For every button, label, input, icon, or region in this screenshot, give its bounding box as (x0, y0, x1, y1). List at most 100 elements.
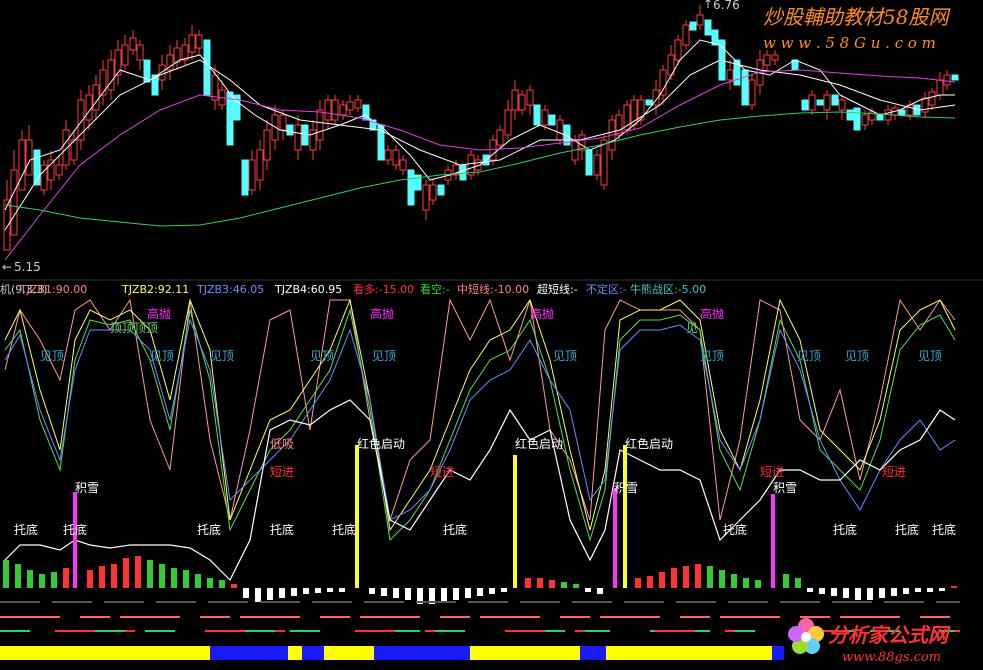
signal-ji-xue: 积雪 (75, 481, 99, 495)
histogram-bar (671, 568, 677, 588)
candle-up (489, 139, 497, 161)
histogram-bar (843, 588, 849, 598)
candle-up (354, 99, 362, 109)
stock-chart[interactable]: ↑ 6.76 ← 5.15 炒股輔助教材58股网 w w w . 5 8 G u… (0, 0, 983, 670)
histogram-bar (303, 588, 309, 594)
candle-up (838, 99, 846, 111)
signal-hong-se-qi-dong: 红色启动 (357, 436, 405, 451)
candle-down (951, 74, 959, 81)
histogram (3, 556, 957, 604)
candle-up (92, 84, 100, 111)
candle-up (556, 119, 564, 141)
signal-tuo-di: 托底 (932, 522, 956, 537)
histogram-bar (393, 588, 399, 598)
histogram-bar (339, 588, 345, 592)
candle-up (339, 104, 347, 116)
band-segment (606, 646, 772, 660)
histogram-bar (647, 576, 653, 588)
histogram-bar (927, 588, 933, 592)
candle-up (467, 154, 475, 176)
indicator-header: 机(9,3,3)TJZB1:90.00 TJZB2:92.11 TJZB3:46.0… (0, 282, 706, 296)
candle-down (203, 39, 211, 96)
signal-duan-jin: 短进 (882, 465, 906, 479)
candle-down (407, 169, 415, 206)
indicator-header-item: TJZB3:46.05 (196, 283, 264, 296)
histogram-bar (477, 588, 483, 596)
signal-bar-yellow (513, 455, 517, 588)
signal-tuo-di: 托底 (833, 522, 857, 537)
candle-up (173, 47, 181, 63)
indicator-header-item: 看多:-15.00 (353, 282, 414, 296)
candle-up (496, 129, 504, 146)
signal-tuo-di: 托底 (14, 522, 38, 537)
histogram-bar (315, 588, 321, 593)
signal-jian-ding: 见顶 (40, 349, 64, 363)
signal-duan-jin: 短进 (760, 465, 784, 479)
watermark-title-bottom: 分析家公式网 (828, 623, 951, 647)
signal-jian-ding: 见顶 (372, 349, 396, 363)
candle-up (346, 101, 354, 111)
histogram-bar (855, 588, 861, 600)
candle-up (392, 149, 400, 166)
signal-jian-ding: 见顶 (845, 349, 869, 363)
histogram-bar (147, 560, 153, 588)
histogram-bar (525, 578, 531, 588)
histogram-bar (755, 580, 761, 588)
candle-up (129, 37, 137, 51)
candle-up (256, 149, 264, 181)
histogram-bar (819, 588, 825, 594)
indicator-header-item: 不定区:- (586, 282, 627, 296)
histogram-bar (659, 572, 665, 588)
candle-up (696, 14, 704, 26)
signal-ji-xue: 积雪 (614, 481, 638, 495)
histogram-bar (231, 584, 237, 588)
band-segment (302, 646, 324, 660)
candle-down (226, 91, 234, 146)
candle-down (645, 99, 653, 106)
candle-up (136, 44, 144, 61)
histogram-bar (783, 574, 789, 588)
histogram-bar (219, 580, 225, 588)
candle-up (861, 114, 869, 126)
candle-up (659, 69, 667, 96)
signal-gao-pao: 高抛 (530, 306, 554, 321)
histogram-bar (207, 578, 213, 588)
band-segment (288, 646, 302, 660)
watermark-url: w w w . 5 8 G u . c o m (763, 34, 936, 52)
histogram-bar (501, 588, 507, 592)
signal-tuo-di: 托底 (895, 522, 919, 537)
signal-bar-magenta (771, 494, 775, 588)
candle-down (548, 114, 556, 126)
candle-up (121, 44, 129, 66)
candle-up (518, 94, 526, 111)
candle-up (943, 74, 951, 86)
candle-down (801, 99, 809, 111)
histogram-bar (537, 578, 543, 588)
candle-down (233, 94, 241, 121)
indicator-header-item: 超短线:- (537, 282, 578, 296)
candle-up (99, 69, 107, 96)
candle-up (331, 99, 339, 121)
price-pane[interactable]: ↑ 6.76 ← 5.15 炒股輔助教材58股网 w w w . 5 8 G u… (2, 0, 959, 274)
band-segment (470, 646, 580, 660)
indicator-pane[interactable]: 高抛 高抛 高抛 高抛 顶顶顶顶 见 见顶 见顶 见顶 见顶 见顶 见顶 见顶 … (0, 298, 960, 660)
signal-hong-se-qi-dong: 红色启动 (515, 436, 563, 451)
signal-gao-pao: 高抛 (370, 306, 394, 321)
histogram-bar (719, 570, 725, 588)
candle-up (422, 184, 430, 211)
candle-up (748, 79, 756, 106)
histogram-bar (267, 588, 273, 600)
candle-down (831, 94, 839, 106)
candle-up (195, 34, 203, 49)
high-price-marker: ↑ (703, 0, 713, 11)
signal-jian-ding: 见顶 (150, 349, 174, 363)
candle-up (541, 109, 549, 126)
candle-up (526, 89, 534, 106)
histogram-bar (123, 558, 129, 588)
histogram-bar (111, 564, 117, 588)
histogram-bar (867, 588, 873, 600)
candle-down (816, 99, 824, 106)
signal-tuo-di: 托底 (723, 522, 747, 537)
flower-logo-icon (788, 618, 824, 654)
candle-up (623, 104, 631, 131)
